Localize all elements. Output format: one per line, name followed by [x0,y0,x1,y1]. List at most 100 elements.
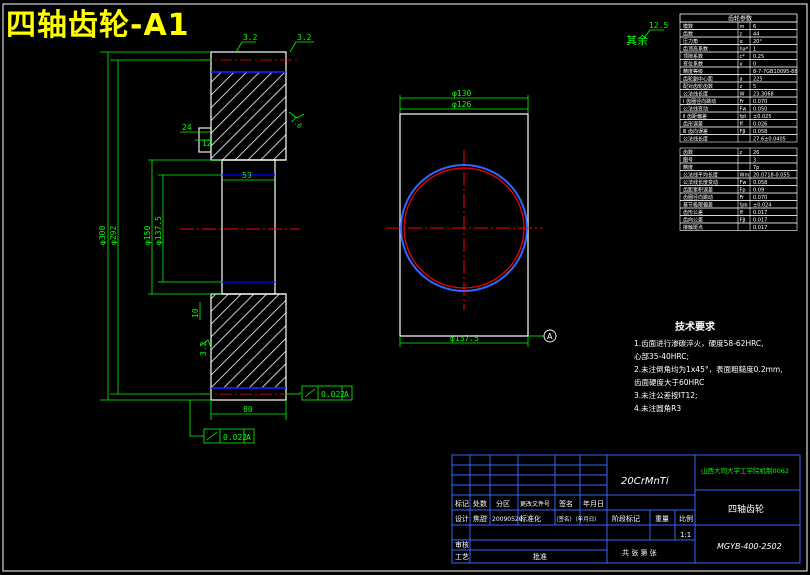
param-table-cell-name: Ⅲ 齿向误差 [683,128,708,135]
tb-date: 年月日 [583,499,604,508]
tech-heading: 技术要求 [675,320,716,333]
tolerance-value-upper: 0.022 [321,390,345,399]
param-table2-cell-name: 图号 [683,158,693,164]
dim-d-hub: φ150 [143,226,152,245]
tb-count: 处数 [473,499,487,508]
param-table2-cell-name: 齿数 [683,149,693,156]
material: 20CrMnTi [621,476,669,487]
param-table-cell-value: 5 [753,84,756,90]
dim-width-53: 53 [242,171,252,180]
param-table-cell-name: Ⅰ 齿圈径向跳动 [683,98,716,105]
tolerance-datum-upper: A [344,390,349,399]
datum-label: A [547,332,553,341]
param-table-cell-symbol: Fβ [740,129,746,135]
param-table-cell-symbol: Fw [740,107,747,113]
param-table-cell-value: 27.6±0.0405 [753,137,786,143]
param-table-cell-name: 齿形误差 [683,121,703,128]
tech-item-6: 4.未注圆角R3 [634,403,681,413]
tech-item-2: 心部35-40HRC; [634,351,689,361]
param-table-cell-symbol: Fr [740,99,746,105]
param-table-cell-symbol: W [740,92,745,98]
drawing-number: MGYB-400-2502 [717,542,782,551]
param-table-cell-symbol: c* [740,54,746,60]
dim-width-80: 80 [243,405,253,414]
param-table2-cell-value: 26 [753,150,759,156]
roughness-right-small: 1.6 [289,116,304,131]
param-table2-row [679,155,798,164]
tolerance-datum-lower: A [246,433,251,442]
school: 山西大同大学工学院机制0062 [701,466,789,475]
param-table-cell-value: 6 [753,24,756,30]
tech-item-5: 3.未注公差按IT12; [634,390,698,400]
param-table2-cell-symbol: Fr [740,195,746,201]
param-table-header: 齿轮参数 [728,15,752,23]
dim-width-12: 12 [202,139,212,148]
tb-design-date: 20090520 [492,516,523,523]
scale: 1:1 [680,531,691,539]
param-table-cell-value: 0.058 [753,129,767,135]
param-table2-cell-value: 3 [753,158,756,164]
gear-section-view: 0.022 A 0.022 A φ300 φ292 φ150 φ137.5 80… [98,33,353,444]
param-table-cell-value: 23.3068 [753,92,774,98]
param-table2-cell-name: 齿距累积误差 [683,187,713,194]
param-table2-cell-symbol: Fβ [740,218,746,224]
gear-parameter-table: 齿轮参数模数 m 6 齿数 z 44 压力角 α 20° 齿顶高系数 ha* 1 顶隙系数 c* 0.25 变… [679,13,798,231]
dim-d-tip: φ292 [109,226,118,245]
tolerance-value-lower: 0.022 [223,433,247,442]
tb-sign: 签名 [559,499,573,508]
param-table2-cell-symbol: fpb [740,203,748,209]
dim-d-137-5: φ137.5 [450,334,479,343]
param-table-cell-name: 公法线长度 [683,91,708,98]
param-table-cell-value: 225 [753,77,763,83]
roughness-rest: 其余 12.5 [626,21,668,47]
param-table-cell-symbol: z [740,32,743,38]
tolerance-frame-upper: 0.022 A [301,385,353,401]
param-table-cell-value: 0.070 [753,99,767,105]
param-table2-cell-value: 0.017 [753,210,767,216]
param-table-cell-name: 齿顶高系数 [683,46,708,53]
param-table-cell-name: 配对齿轮齿数 [683,83,713,90]
param-table-cell-value: 44 [753,32,759,38]
tb-sheets: 共 张 第 张 [622,548,657,557]
param-table-cell-name: 变位系数 [683,61,703,68]
param-table2-cell-symbol: ff [740,210,744,216]
hatched-rim-lower [210,293,287,389]
param-table2-cell-name: 齿向公差 [683,217,703,224]
param-table2-cell-symbol: Fw [740,180,747,186]
param-table2-cell-name: 齿形公差 [683,209,703,216]
param-table-cell-name: 齿数 [683,31,693,38]
param-table-cell-value: 0.026 [753,122,767,128]
tech-item-4: 齿面硬度大于60HRC [634,377,704,387]
param-table2-cell-value: ±0.024 [753,203,772,209]
param-table2-cell-symbol: Wm [740,173,750,179]
tech-item-3: 2.未注倒角均为1x45°，表面粗糙度0.2mm, [634,364,783,374]
param-table2-cell-name: 精度 [683,164,693,171]
param-table-cell-symbol: ff [740,122,744,128]
tb-ratio: 比例 [679,514,693,523]
param-table-cell-value: 0.25 [753,54,764,60]
roughness-rest-value: 12.5 [649,21,668,30]
dim-width-10: 10 [191,308,200,318]
param-table-cell-symbol: m [740,24,745,30]
tb-mark: 标记 [455,499,469,508]
tolerance-frame-lower: 0.022 A [203,428,255,444]
param-table2-cell-name: 齿圈径向跳动 [683,194,713,201]
param-table-cell-value: ±0.025 [753,114,772,120]
roughness-top-left: 3.2 [243,33,258,42]
param-table2-cell-name: 公法线平均长度 [683,172,718,179]
param-table-cell-name: 公法线长度 [683,136,708,143]
param-table2-cell-value: 7p [753,165,759,171]
roughness-lower-left: 3.2 [199,341,208,356]
tooth-band-upper [210,51,287,73]
tb-sig-date: （签名）（年月日） [553,515,600,523]
tb-zone: 分区 [496,499,510,508]
param-table2-cell-symbol: Fp [740,188,746,194]
param-table2-row [679,147,798,156]
tb-approve: 批准 [533,552,547,561]
param-table-cell-symbol: α [740,39,744,45]
param-table2-row [679,162,798,171]
param-table2-cell-name: 公法线长度变动 [683,179,718,186]
param-table-cell-symbol: z [740,84,743,90]
dim-d-126: φ126 [452,100,471,109]
param-table2-cell-value: 20.0718-0.055 [753,173,790,179]
